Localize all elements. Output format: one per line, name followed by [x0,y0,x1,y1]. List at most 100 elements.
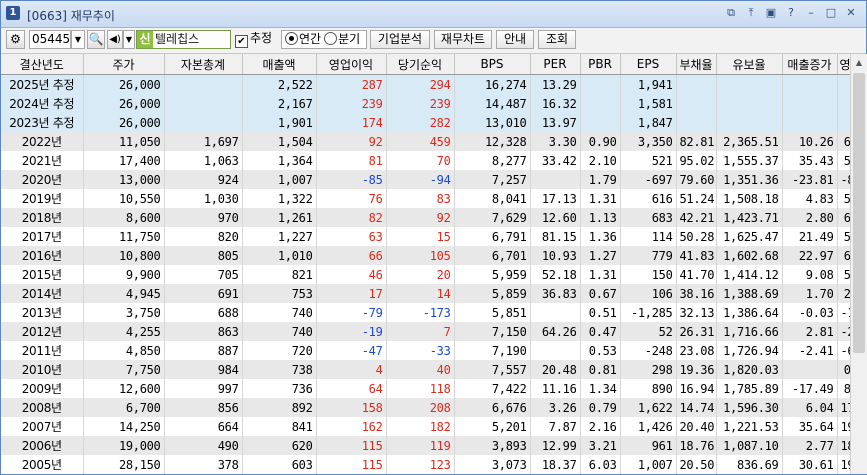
cell-sales: 720 [242,341,317,360]
table-row[interactable]: 2016년 10,800 805 1,010 66 105 6,701 10.93 1.27 77… [1,246,850,265]
column-header[interactable]: 유보율 [716,54,783,75]
stock-name-field[interactable]: 신 텔레칩스 [136,30,231,49]
table-row[interactable]: 2015년 9,900 705 821 46 20 5,959 52.18 1.31 150 41.… [1,265,850,284]
column-header[interactable]: EPS [620,54,677,75]
column-header[interactable]: BPS [454,54,531,75]
column-header[interactable]: 매출액 [242,54,317,75]
column-header[interactable]: 영업이익 [316,54,387,75]
cell-equity: 863 [164,322,243,341]
column-header[interactable]: PER [530,54,581,75]
vertical-scrollbar[interactable]: ▲ [850,54,867,474]
cell-margin: 6.58 [837,246,850,265]
search-button[interactable]: 조회 [538,30,576,49]
pin-icon[interactable]: ⤒ [744,6,758,20]
close-icon[interactable]: ✕ [844,6,858,20]
cell-op: 17 [316,284,387,303]
scrollbar-thumb[interactable] [853,73,865,353]
cell-price: 4,255 [83,322,165,341]
guide-button[interactable]: 안내 [496,30,534,49]
cell-op: 4 [316,360,387,379]
cell-eps: 114 [620,227,677,246]
cell-debt: 42.21 [676,208,717,227]
column-header[interactable]: 결산년도 [1,54,84,75]
company-analysis-button[interactable]: 기업분석 [370,30,430,49]
table-row[interactable]: 2024년 추정 26,000 2,167 239 239 14,487 16.32 1,58… [1,94,850,113]
cell-growth: -17.49 [782,379,838,398]
financial-grid: 결산년도 주가 자본총계 매출액 영업이익 당기순익 BPS PER PBR EPS 부채율 유보율 매… [1,54,850,474]
scroll-up-arrow-icon[interactable]: ▲ [851,54,867,71]
column-header[interactable]: 영익률 [837,54,850,75]
table-row[interactable]: 2012년 4,255 863 740 -19 7 7,150 64.26 0.47 52 26.3… [1,322,850,341]
cell-equity: 378 [164,455,243,474]
cell-year: 2005년 [1,455,84,474]
column-header[interactable]: 당기순익 [386,54,455,75]
cell-pbr: 0.53 [580,341,621,360]
duplicate-icon[interactable]: ▣ [764,6,778,20]
help-icon[interactable]: ? [784,6,798,20]
cell-price: 14,250 [83,417,165,436]
cell-price: 11,750 [83,227,165,246]
maximize-icon[interactable]: □ [824,6,838,20]
cell-margin: -2.55 [837,322,850,341]
table-row[interactable]: 2017년 11,750 820 1,227 63 15 6,791 81.15 1.36 114… [1,227,850,246]
cell-year: 2010년 [1,360,84,379]
radio-quarter[interactable] [324,32,338,45]
cell-year: 2015년 [1,265,84,284]
radio-annual-label: 연간 [299,32,322,46]
table-row[interactable]: 2005년 28,150 378 603 115 123 3,073 18.37 6.03 1,0… [1,455,850,474]
cell-per: 11.16 [530,379,581,398]
stock-code-input[interactable]: 054450 [29,30,78,49]
table-row[interactable]: 2009년 12,600 997 736 64 118 7,422 11.16 1.34 890 1… [1,379,850,398]
window-number-badge[interactable]: 1 [6,6,20,20]
radio-annual[interactable] [285,32,298,45]
speaker-icon[interactable]: ◀) [107,30,123,49]
cell-eps: 1,007 [620,455,677,474]
table-row[interactable]: 2013년 3,750 688 740 -79 -173 5,851 0.51 -1,285 32… [1,303,850,322]
cell-eps: -1,285 [620,303,677,322]
cell-price: 17,400 [83,151,165,170]
cell-year: 2009년 [1,379,84,398]
cell-net: 208 [386,398,455,417]
link-icon[interactable]: ⧉ [724,6,738,20]
table-row[interactable]: 2014년 4,945 691 753 17 14 5,859 36.83 0.67 106 38.… [1,284,850,303]
table-row[interactable]: 2023년 추정 26,000 1,901 174 282 13,010 13.97 1,84… [1,113,850,132]
table-row[interactable]: 2019년 10,550 1,030 1,322 76 83 8,041 17.13 1.31 6… [1,189,850,208]
column-header[interactable]: 부채율 [676,54,717,75]
cell-growth: -0.03 [782,303,838,322]
table-row[interactable]: 2021년 17,400 1,063 1,364 81 70 8,277 33.42 2.10 5… [1,151,850,170]
table-row[interactable]: 2007년 14,250 664 841 162 182 5,201 7.87 2.16 1,42… [1,417,850,436]
cell-sales: 1,007 [242,170,317,189]
cell-equity [164,113,243,132]
column-header[interactable]: 매출증가 [782,54,838,75]
column-header[interactable]: 자본총계 [164,54,243,75]
cell-price: 8,600 [83,208,165,227]
cell-price: 13,000 [83,170,165,189]
cell-per: 36.83 [530,284,581,303]
table-row[interactable]: 2011년 4,850 887 720 -47 -33 7,190 0.53 -248 23.08… [1,341,850,360]
table-row[interactable]: 2010년 7,750 984 738 4 40 7,557 20.48 0.81 298 19.3… [1,360,850,379]
cell-equity: 970 [164,208,243,227]
code-dropdown-chevron-down-icon[interactable]: ▼ [71,30,85,49]
financial-chart-button[interactable]: 재무차트 [434,30,492,49]
estimate-checkbox[interactable]: ✔ 추정 [235,30,279,49]
cell-per: 10.93 [530,246,581,265]
cell-debt: 26.31 [676,322,717,341]
table-row[interactable]: 2006년 19,000 490 620 115 119 3,893 12.99 3.21 961… [1,436,850,455]
cell-eps: 298 [620,360,677,379]
search-icon[interactable]: 🔍 [87,30,105,49]
table-row[interactable]: 2008년 6,700 856 892 158 208 6,676 3.26 0.79 1,622… [1,398,850,417]
speaker-dropdown-chevron-down-icon[interactable]: ▼ [123,30,135,49]
table-row[interactable]: 2022년 11,050 1,697 1,504 92 459 12,328 3.30 0.90… [1,132,850,151]
cell-reserve: 1,388.69 [716,284,783,303]
cell-debt: 38.16 [676,284,717,303]
cell-growth: 6.04 [782,398,838,417]
table-row[interactable]: 2025년 추정 26,000 2,522 287 294 16,274 13.29 1,94… [1,74,850,94]
column-header[interactable]: 주가 [83,54,165,75]
cell-per: 20.48 [530,360,581,379]
table-row[interactable]: 2018년 8,600 970 1,261 82 92 7,629 12.60 1.13 683 4… [1,208,850,227]
minimize-icon[interactable]: – [804,6,818,20]
cell-equity [164,94,243,113]
table-row[interactable]: 2020년 13,000 924 1,007 -85 -94 7,257 1.79 -697 79… [1,170,850,189]
column-header[interactable]: PBR [580,54,621,75]
settings-gear-icon[interactable]: ⚙ [6,30,25,49]
